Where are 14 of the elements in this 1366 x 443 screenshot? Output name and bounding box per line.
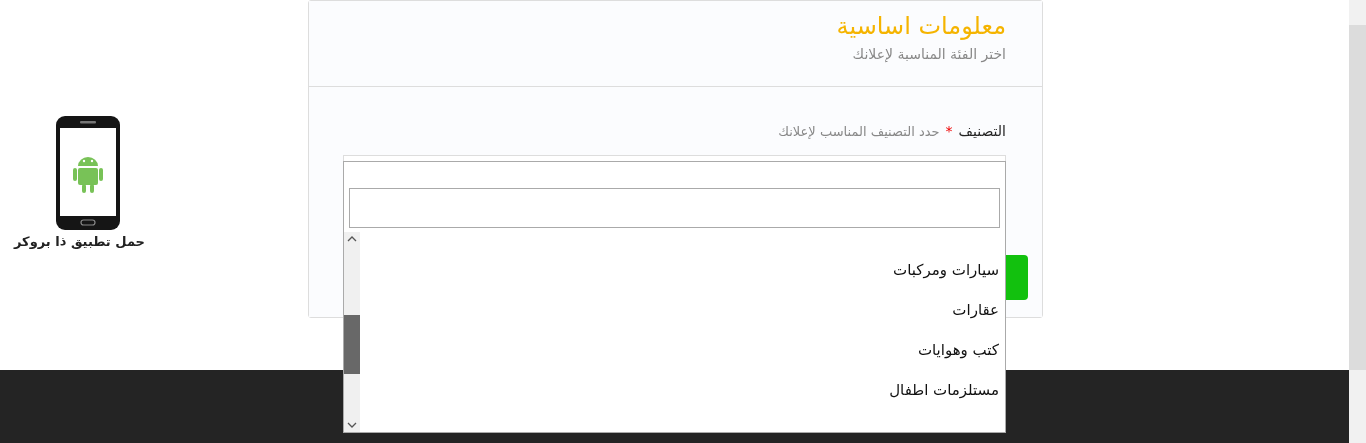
card-subtitle: اختر الفئة المناسبة لإعلانك bbox=[851, 45, 1006, 65]
dropdown-option[interactable]: مستلزمات اطفال bbox=[360, 370, 999, 410]
dropdown-option[interactable]: سيارات ومركبات bbox=[360, 250, 999, 290]
app-download-caption[interactable]: حمل تطبيق ذا بروكر bbox=[14, 234, 145, 249]
field-label: التصنيف bbox=[958, 123, 1006, 139]
list-scrollbar[interactable] bbox=[344, 232, 360, 432]
search-field[interactable] bbox=[349, 188, 1000, 228]
required-mark: * bbox=[945, 123, 953, 139]
dropdown-option[interactable]: عقارات bbox=[360, 290, 999, 330]
dropdown-option[interactable]: كتب وهوايات bbox=[360, 330, 999, 370]
field-hint: حدد التصنيف المناسب لإعلانك bbox=[778, 124, 940, 139]
phone-with-android-robot-icon bbox=[54, 114, 122, 232]
card-title: معلومات اساسية bbox=[835, 11, 1006, 42]
page-scrollbar[interactable] bbox=[1349, 0, 1366, 443]
